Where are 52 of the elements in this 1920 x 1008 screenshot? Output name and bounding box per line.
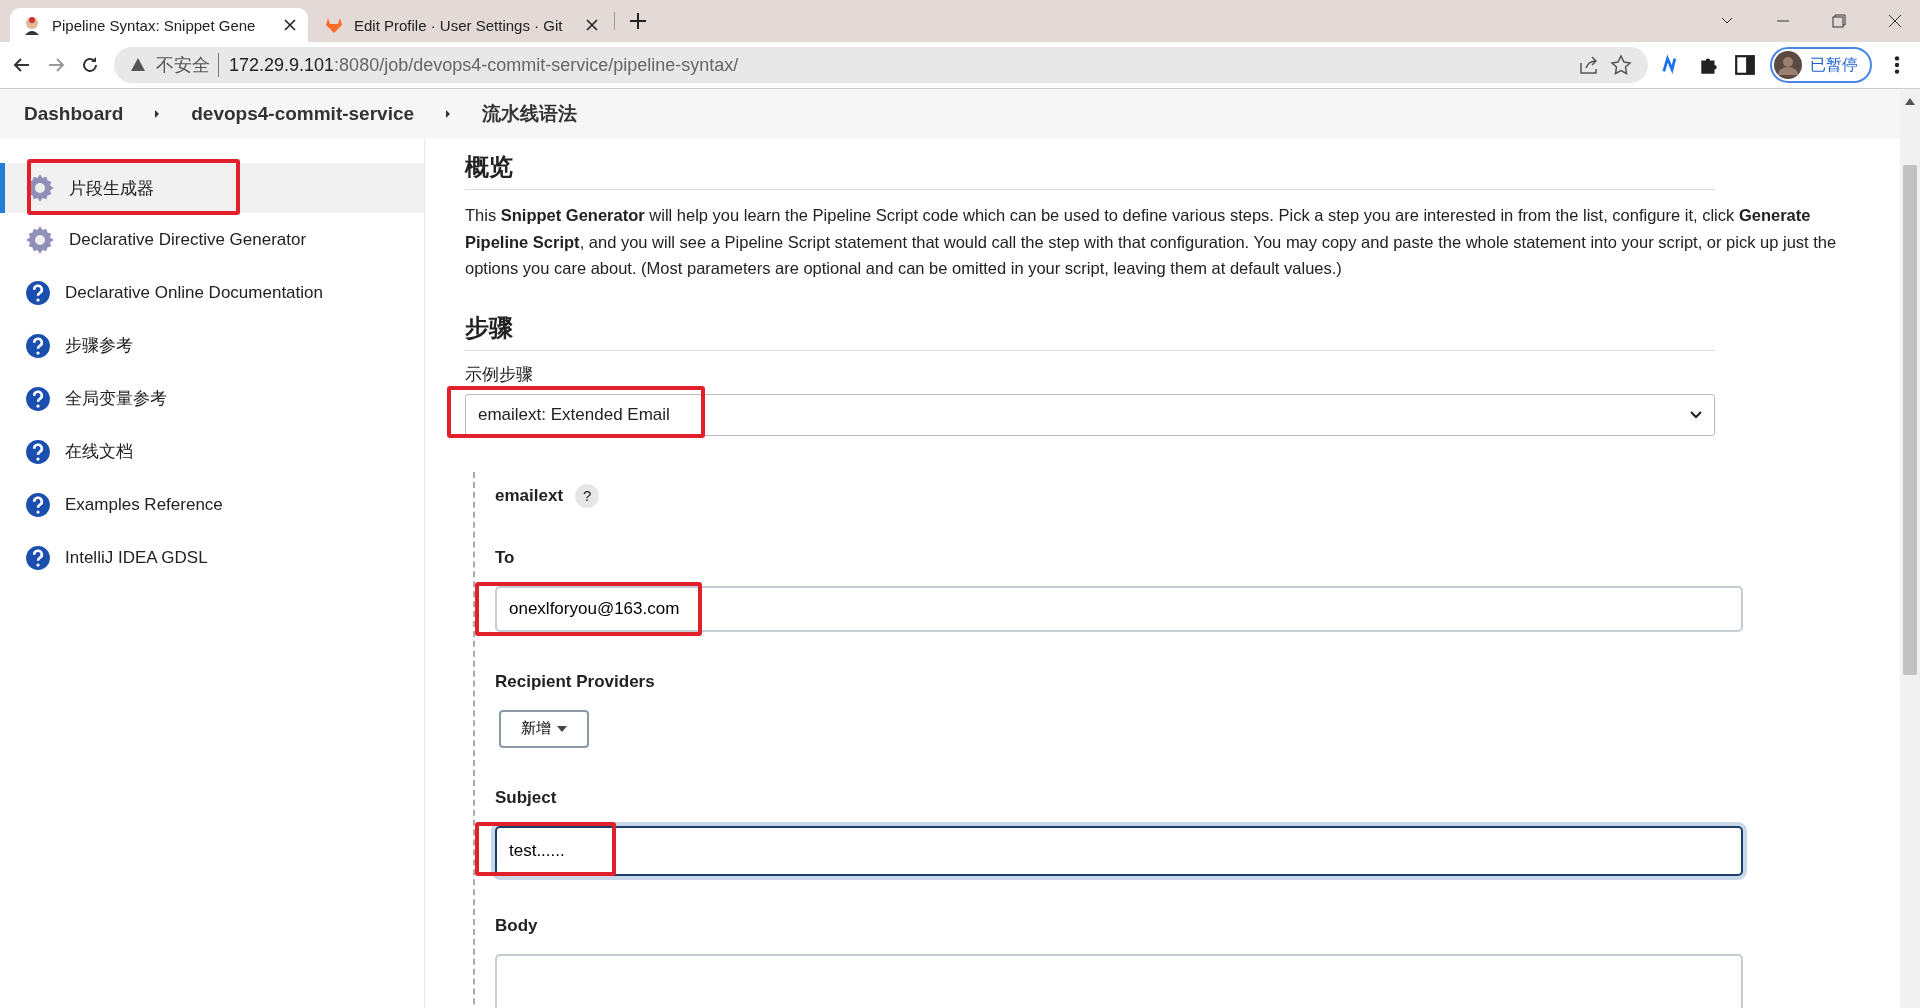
field-label: To [495, 547, 516, 568]
section-heading: 概览 [465, 151, 1715, 190]
help-icon [25, 332, 51, 359]
star-icon[interactable] [1610, 54, 1632, 76]
step-name: emailext [495, 485, 564, 506]
close-icon[interactable] [284, 19, 296, 31]
help-icon [25, 438, 51, 465]
restore-icon[interactable] [1832, 14, 1846, 28]
help-icon [25, 279, 51, 306]
add-button[interactable]: 新增 [499, 709, 589, 748]
sidebar-item[interactable]: Declarative Online Documentation [0, 266, 424, 319]
sidebar-item[interactable]: 步骤参考 [0, 319, 424, 372]
field-label: Recipient Providers [495, 671, 656, 692]
field-label: Subject [495, 787, 558, 808]
caret-icon [557, 725, 567, 732]
reload-icon[interactable] [80, 55, 100, 75]
field-label: Body [495, 915, 539, 936]
scrollbar-thumb[interactable] [1903, 165, 1917, 675]
sidebar-item[interactable]: Declarative Directive Generator [0, 213, 424, 266]
warning-icon [130, 57, 146, 73]
gear-icon [25, 224, 55, 255]
profile-button[interactable]: 已暂停 [1770, 47, 1872, 83]
help-icon [25, 385, 51, 412]
breadcrumb-link[interactable]: 流水线语法 [482, 101, 578, 127]
browser-tab[interactable]: Edit Profile · User Settings · Git [312, 8, 610, 42]
description-text: This Snippet Generator will help you learn the Pipeline Script code which can be used to define various steps. Pick a step you are interested in from the list, configure it, click Generate Pipeline Script, and you will see a Pipeline Script statement that would call the step with that configuration. You may copy and paste the whole statement into your script, or pick up just the options you care about. (Most parameters are optional and can be omitted in your script, leaving them at default values.) [465, 205, 1838, 279]
field-label: 示例步骤 [465, 363, 534, 386]
sidebar-item[interactable]: IntelliJ IDEA GDSL [0, 531, 424, 584]
breadcrumb-link[interactable]: Dashboard [24, 103, 124, 125]
address-bar[interactable]: 不安全 172.29.9.101:8080/job/devops4-commit-service/pipeline-syntax/ [114, 47, 1648, 83]
browser-tab[interactable]: Pipeline Syntax: Snippet Gene [10, 8, 308, 42]
sidebar-item[interactable]: 在线文档 [0, 425, 424, 478]
caret-icon [1690, 410, 1702, 419]
side-panel-icon[interactable] [1734, 54, 1756, 76]
sidebar-item[interactable]: 全局变量参考 [0, 372, 424, 425]
close-icon[interactable] [586, 19, 598, 31]
scroll-up-icon[interactable] [1905, 97, 1915, 105]
share-icon[interactable] [1578, 54, 1600, 76]
chevron-right-icon [444, 109, 453, 119]
help-icon [25, 544, 51, 571]
text-input[interactable]: onexlforyou@163.com [495, 585, 1743, 632]
help-icon [25, 491, 51, 518]
avatar-icon [1774, 51, 1802, 79]
text-input[interactable]: test...... [495, 825, 1743, 876]
chevron-right-icon [153, 109, 162, 119]
close-icon[interactable] [1888, 14, 1902, 28]
new-tab-icon[interactable] [629, 12, 647, 30]
section-heading: 步骤 [465, 311, 1715, 351]
help-button[interactable]: ? [575, 483, 600, 508]
breadcrumb-link[interactable]: devops4-commit-service [191, 103, 415, 125]
step-dropdown[interactable]: emailext: Extended Email [465, 393, 1715, 436]
sidebar-item[interactable]: Examples Reference [0, 478, 424, 531]
